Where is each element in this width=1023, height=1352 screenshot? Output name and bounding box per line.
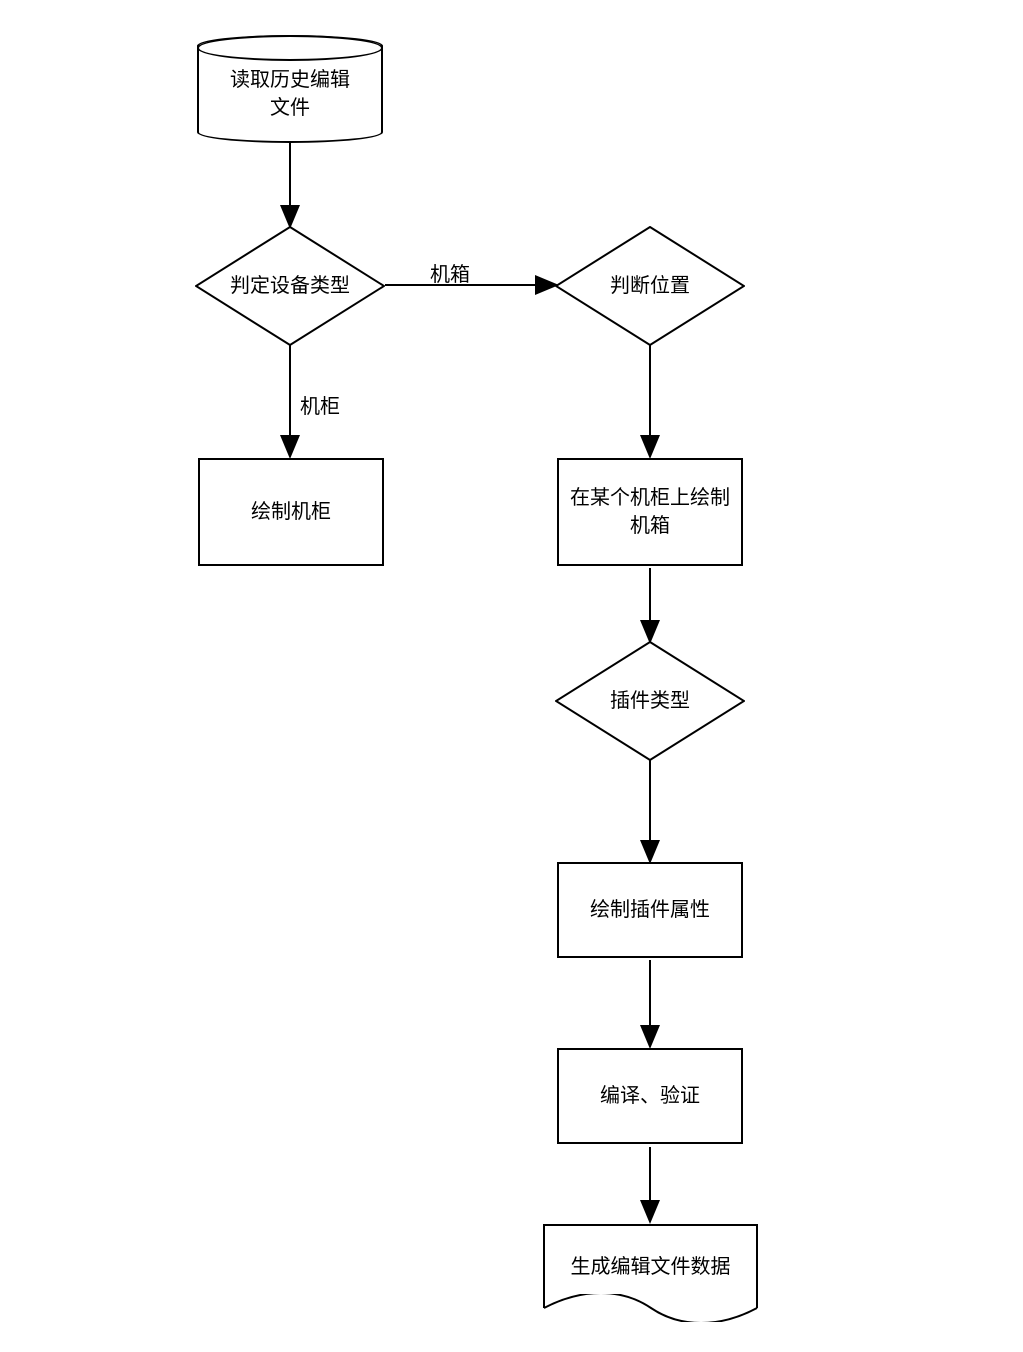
- edge-label-chassis: 机箱: [430, 258, 470, 287]
- decision-plugin-type-label: 插件类型: [555, 641, 745, 761]
- process-draw-cabinet-label: 绘制机柜: [251, 498, 331, 526]
- decision-position-label: 判断位置: [555, 226, 745, 346]
- decision-position: 判断位置: [555, 226, 745, 346]
- datastore-read-history-label: 读取历史编辑文件: [230, 56, 350, 122]
- decision-plugin-type: 插件类型: [555, 641, 745, 761]
- decision-device-type: 判定设备类型: [195, 226, 385, 346]
- document-generate-edit-file: 生成编辑文件数据: [543, 1224, 758, 1308]
- process-draw-chassis-label: 在某个机柜上绘制机箱: [570, 484, 730, 540]
- process-draw-plugin-attrs: 绘制插件属性: [557, 862, 743, 958]
- process-compile-verify-label: 编译、验证: [600, 1082, 700, 1110]
- process-draw-chassis: 在某个机柜上绘制机箱: [557, 458, 743, 566]
- decision-device-type-label: 判定设备类型: [195, 226, 385, 346]
- process-draw-plugin-attrs-label: 绘制插件属性: [590, 896, 710, 924]
- edge-label-cabinet: 机柜: [300, 390, 340, 419]
- process-compile-verify: 编译、验证: [557, 1048, 743, 1144]
- document-generate-edit-file-label: 生成编辑文件数据: [571, 1253, 731, 1281]
- process-draw-cabinet: 绘制机柜: [198, 458, 384, 566]
- flow-arrows: [0, 0, 1023, 1352]
- datastore-read-history: 读取历史编辑文件: [197, 35, 383, 143]
